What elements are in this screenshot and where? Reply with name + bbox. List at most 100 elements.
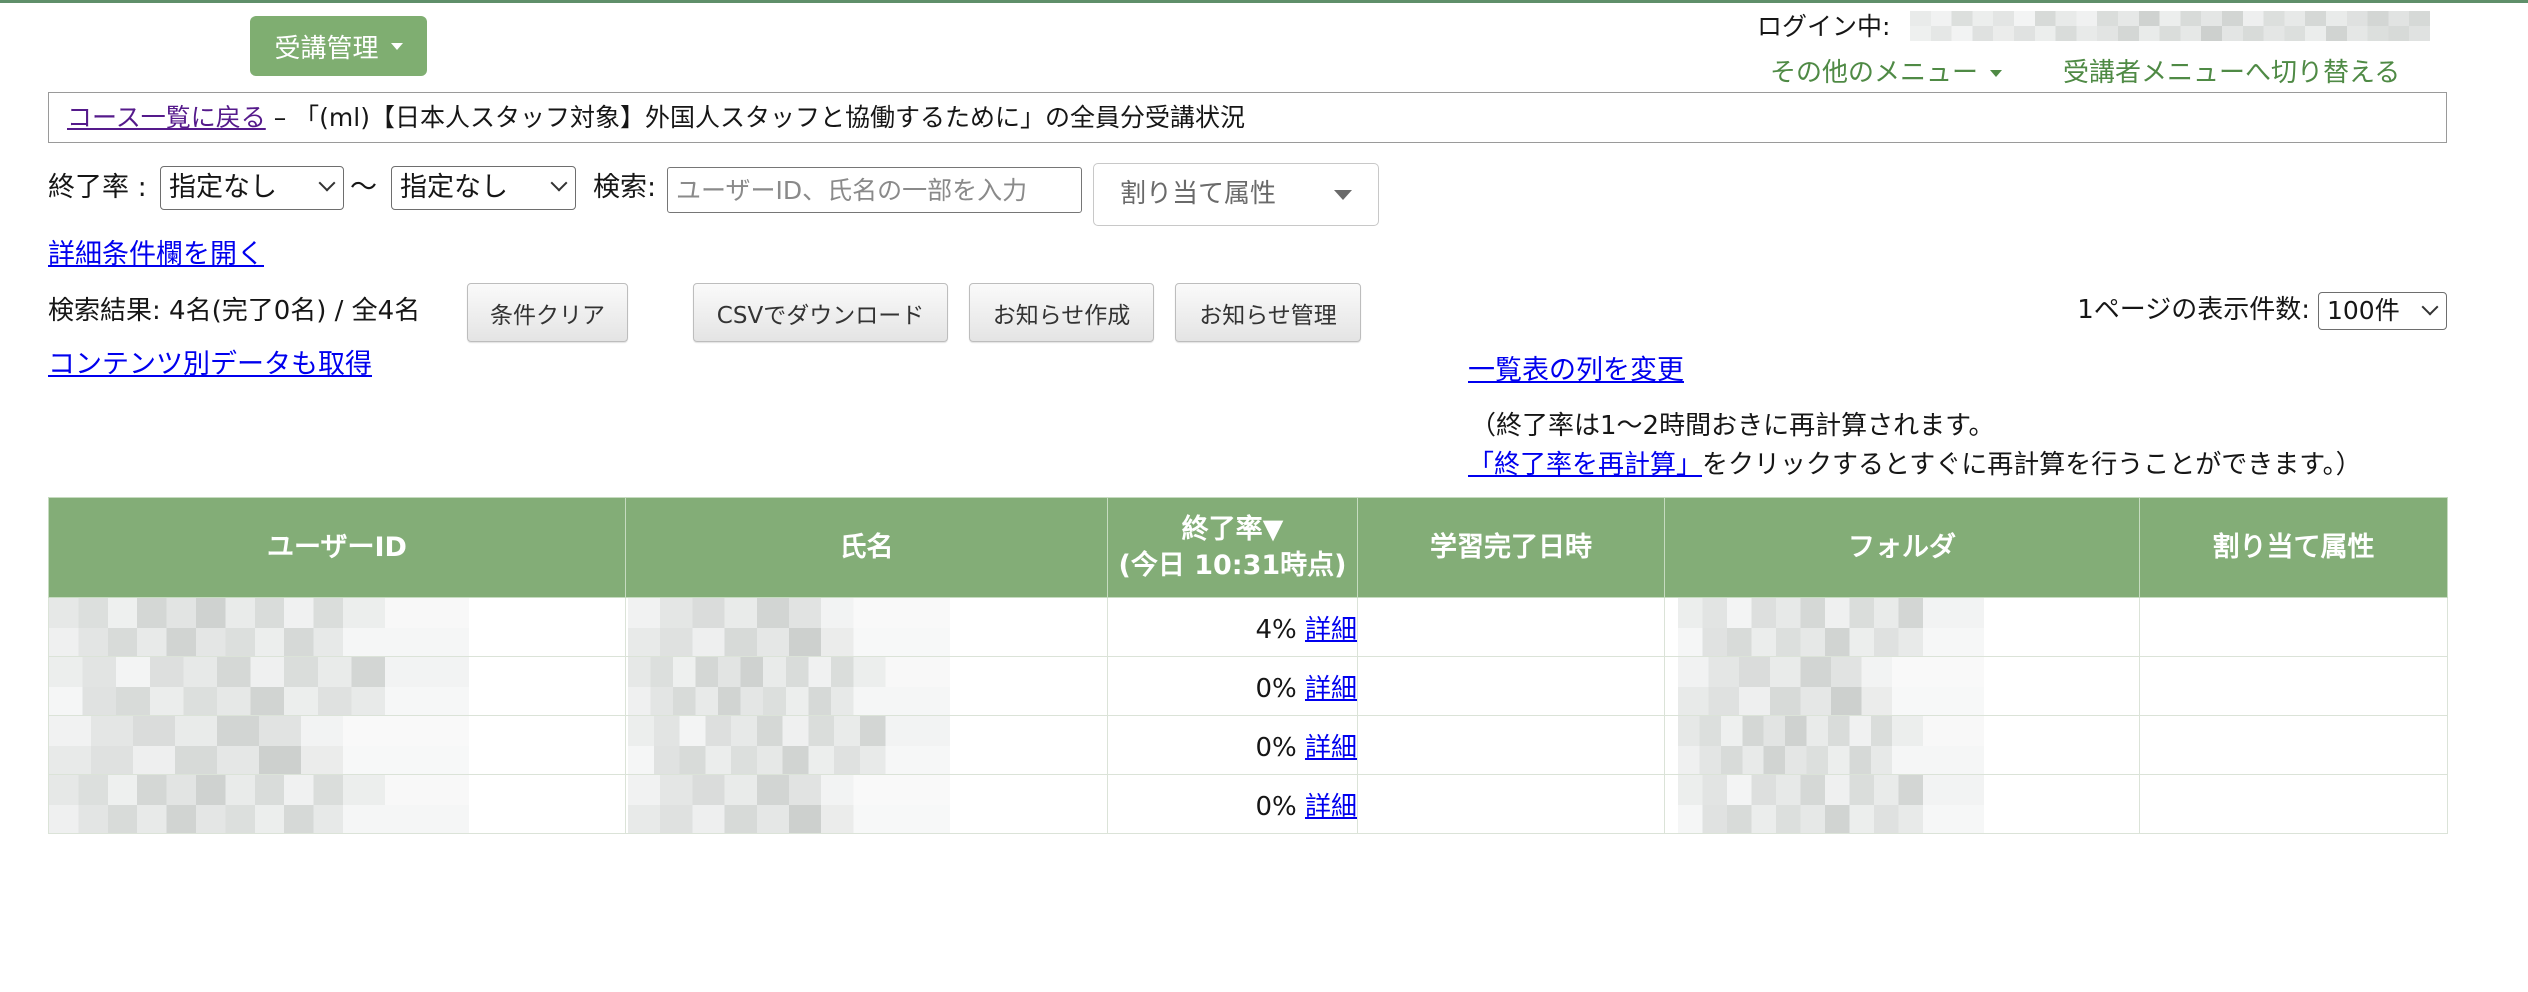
get-content-data-link[interactable]: コンテンツ別データも取得 (48, 346, 372, 384)
redacted-name (628, 716, 950, 774)
table-row: 0% 詳細 (48, 715, 2448, 775)
detail-link[interactable]: 詳細 (1305, 733, 1357, 763)
name-cell (625, 715, 1108, 775)
completion-cell: 0% 詳細 (1107, 715, 1358, 775)
completion-rate-label: 終了率 : (48, 172, 147, 203)
per-page-value: 100件 (2327, 296, 2400, 325)
folder-cell (1664, 715, 2140, 775)
redacted-user-id (49, 598, 469, 656)
completion-value: 4% (1255, 614, 1297, 645)
csv-download-button[interactable]: CSVでダウンロード (693, 283, 948, 342)
open-detail-conditions-link[interactable]: 詳細条件欄を開く (48, 236, 264, 274)
learner-status-table: ユーザーID 氏名 終了率▼ (今日 10:31時点) 学習完了日時 フォルダ … (48, 497, 2448, 834)
attribute-filter-placeholder: 割り当て属性 (1120, 179, 1277, 209)
attribute-cell (2139, 656, 2448, 716)
header-user-id[interactable]: ユーザーID (48, 497, 626, 598)
page: 受講管理 ログイン中: その他のメニュー 受講者メニューへ切り替える コース一覧… (0, 0, 2528, 992)
table-header-row: ユーザーID 氏名 終了率▼ (今日 10:31時点) 学習完了日時 フォルダ … (48, 497, 2448, 598)
redacted-folder (1678, 598, 1984, 656)
header-completion-label: 終了率▼ (1181, 513, 1284, 545)
attribute-filter-select[interactable]: 割り当て属性 (1093, 163, 1379, 226)
folder-cell (1664, 774, 2140, 834)
recalc-note-tail: をクリックするとすぐに再計算を行うことができます。） (1702, 450, 2362, 480)
table-row: 4% 詳細 (48, 597, 2448, 657)
login-label: ログイン中: (1757, 12, 1891, 41)
completion-value: 0% (1255, 732, 1297, 763)
caret-down-icon (390, 42, 403, 50)
admin-menu-label: 受講管理 (274, 33, 379, 64)
completion-cell: 0% 詳細 (1107, 774, 1358, 834)
completion-value: 0% (1255, 673, 1297, 704)
completed-at-cell (1357, 774, 1665, 834)
name-cell (625, 774, 1108, 834)
table-row: 0% 詳細 (48, 656, 2448, 716)
user-id-cell (48, 715, 626, 775)
switch-to-learner-menu-link[interactable]: 受講者メニューへ切り替える (2063, 56, 2400, 90)
redacted-name (628, 775, 950, 833)
header-completion-rate[interactable]: 終了率▼ (今日 10:31時点) (1107, 497, 1358, 598)
completion-cell: 4% 詳細 (1107, 597, 1358, 657)
search-result-summary: 検索結果: 4名(完了0名) / 全4名 (48, 296, 421, 326)
completion-from-value: 指定なし (169, 172, 277, 203)
header-name[interactable]: 氏名 (625, 497, 1108, 598)
recalc-note-line: 「終了率を再計算」をクリックするとすぐに再計算を行うことができます。） (1468, 447, 2362, 483)
redacted-user-id (49, 657, 469, 715)
chevron-down-icon (318, 174, 336, 192)
breadcrumb: コース一覧に戻る – 「(ml)【日本人スタッフ対象】外国人スタッフと協働するた… (48, 92, 2447, 143)
completion-to-select[interactable]: 指定なし (391, 166, 576, 210)
per-page-select[interactable]: 100件 (2318, 292, 2447, 330)
completion-value: 0% (1255, 791, 1297, 822)
change-columns-link[interactable]: 一覧表の列を変更 (1468, 352, 1684, 390)
page-title: 「(ml)【日本人スタッフ対象】外国人スタッフと協働するために」の全員分受講状況 (294, 103, 1245, 132)
manage-notice-button[interactable]: お知らせ管理 (1175, 283, 1361, 342)
detail-link[interactable]: 詳細 (1305, 615, 1357, 645)
attribute-cell (2139, 715, 2448, 775)
caret-down-icon (1334, 190, 1352, 200)
caret-down-icon (1990, 69, 2003, 77)
redacted-name (628, 657, 950, 715)
completion-to-value: 指定なし (400, 172, 508, 203)
folder-cell (1664, 656, 2140, 716)
header-completion-timestamp: (今日 10:31時点) (1118, 549, 1347, 581)
admin-menu-button[interactable]: 受講管理 (250, 16, 427, 76)
recalc-note: （終了率は1〜2時間おきに再計算されます。 (1470, 411, 1995, 441)
completed-at-cell (1357, 597, 1665, 657)
completed-at-cell (1357, 656, 1665, 716)
detail-link[interactable]: 詳細 (1305, 674, 1357, 704)
redacted-folder (1678, 657, 1984, 715)
table-row: 0% 詳細 (48, 774, 2448, 834)
completion-from-select[interactable]: 指定なし (160, 166, 344, 210)
breadcrumb-separator: – (265, 103, 295, 132)
other-menu-dropdown[interactable]: その他のメニュー (1770, 56, 2003, 90)
other-menu-label: その他のメニュー (1770, 58, 1979, 88)
header-folder[interactable]: フォルダ (1664, 497, 2140, 598)
folder-cell (1664, 597, 2140, 657)
redacted-login-user (1910, 11, 2430, 41)
redacted-folder (1678, 716, 1984, 774)
redacted-folder (1678, 775, 1984, 833)
search-label: 検索: (593, 172, 657, 203)
per-page-label: 1ページの表示件数: (2077, 295, 2310, 325)
detail-link[interactable]: 詳細 (1305, 792, 1357, 822)
header-attribute[interactable]: 割り当て属性 (2139, 497, 2448, 598)
user-id-cell (48, 597, 626, 657)
range-separator: 〜 (350, 172, 377, 203)
chevron-down-icon (550, 174, 568, 192)
attribute-cell (2139, 774, 2448, 834)
top-border (0, 0, 2528, 3)
create-notice-button[interactable]: お知らせ作成 (969, 283, 1154, 342)
clear-conditions-button[interactable]: 条件クリア (467, 283, 628, 342)
redacted-user-id (49, 775, 469, 833)
name-cell (625, 597, 1108, 657)
redacted-user-id (49, 716, 469, 774)
user-id-cell (48, 774, 626, 834)
completed-at-cell (1357, 715, 1665, 775)
name-cell (625, 656, 1108, 716)
search-input[interactable] (667, 167, 1082, 213)
header-completed-at[interactable]: 学習完了日時 (1357, 497, 1665, 598)
attribute-cell (2139, 597, 2448, 657)
recalculate-link[interactable]: 「終了率を再計算」 (1468, 450, 1702, 480)
user-id-cell (48, 656, 626, 716)
back-to-course-list-link[interactable]: コース一覧に戻る (67, 103, 266, 132)
redacted-name (628, 598, 950, 656)
